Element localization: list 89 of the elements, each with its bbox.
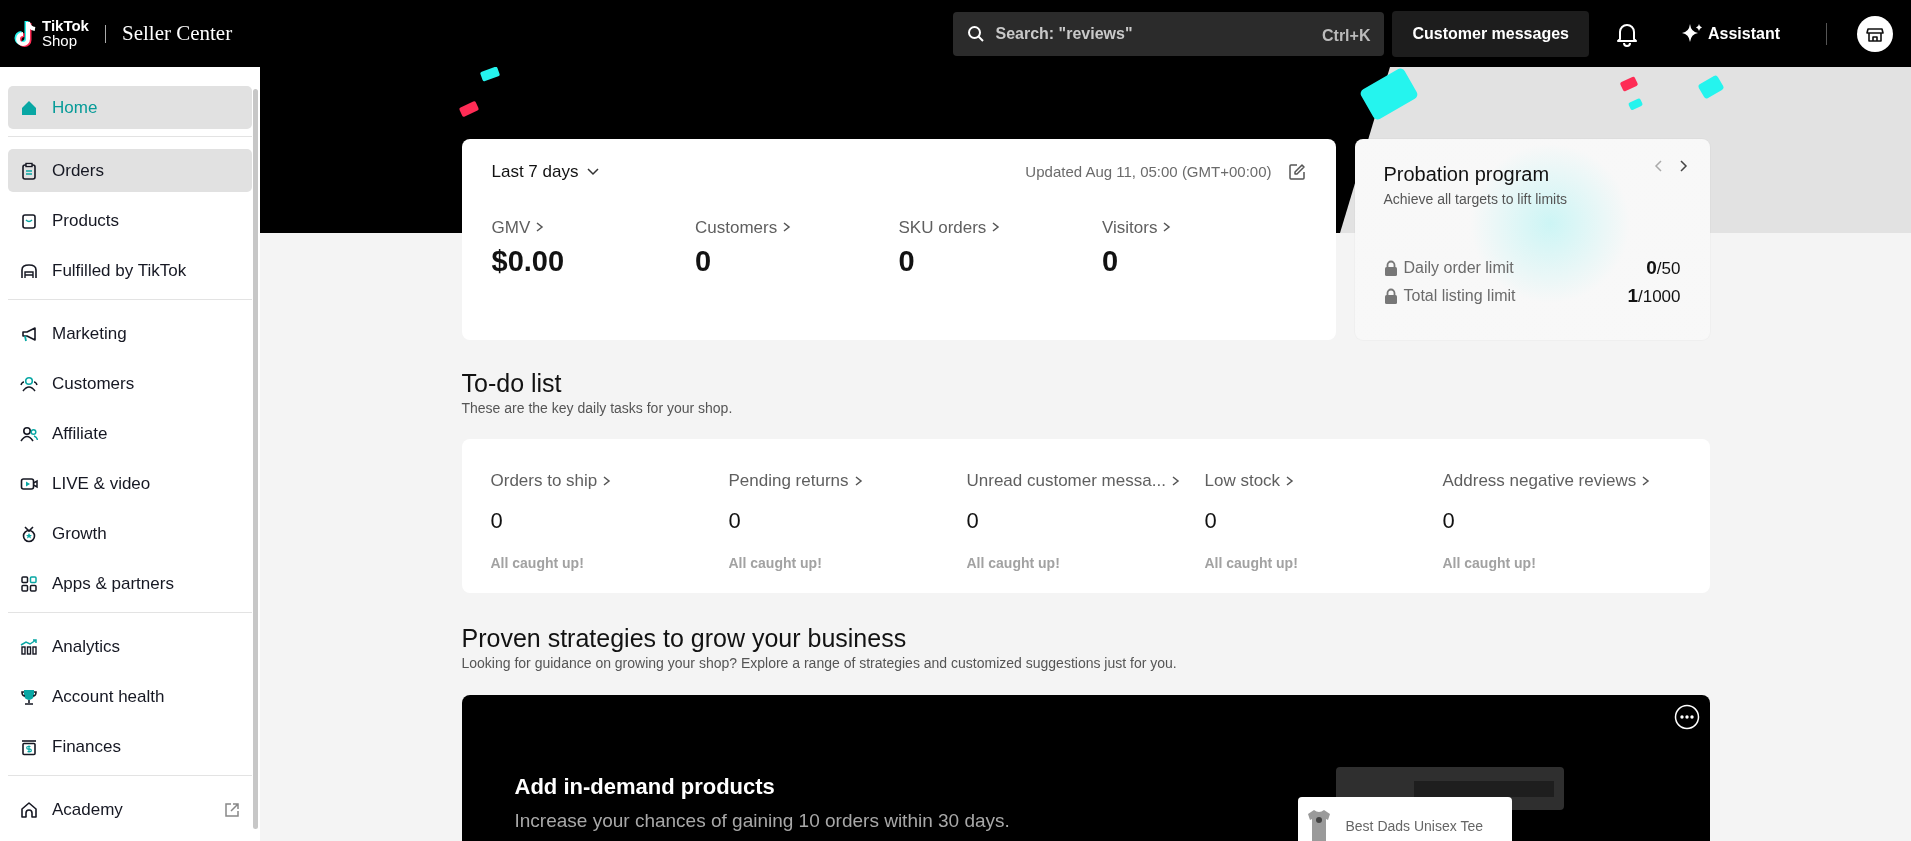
sidebar-item[interactable]: LIVE & video bbox=[8, 462, 252, 505]
metric-value: 0 bbox=[695, 244, 713, 279]
metric-label[interactable]: Customers bbox=[695, 214, 899, 240]
t-shirt-icon bbox=[1305, 808, 1332, 841]
todo-count: 0 bbox=[966, 506, 980, 535]
todo-status: All caught up! bbox=[1204, 553, 1299, 573]
sidebar-item[interactable]: Academy bbox=[8, 788, 252, 831]
bag-icon bbox=[20, 211, 38, 230]
todo-count: 0 bbox=[490, 506, 504, 535]
people-icon bbox=[20, 374, 38, 393]
logo-text: TikTok bbox=[42, 19, 89, 33]
metric-label[interactable]: GMV bbox=[491, 214, 695, 240]
product-title: Seller Center bbox=[121, 19, 233, 47]
todo-status: All caught up! bbox=[728, 553, 823, 573]
sidebar-item[interactable]: Products bbox=[8, 199, 252, 242]
chevron-right-icon bbox=[1284, 474, 1295, 487]
banner-title: Add in-demand products bbox=[514, 773, 775, 801]
todo-label[interactable]: Orders to ship bbox=[490, 468, 729, 494]
chevron-right-icon bbox=[990, 221, 1001, 234]
warehouse-icon bbox=[20, 261, 38, 280]
metric-value: 0 bbox=[1102, 244, 1120, 279]
todo-status: All caught up! bbox=[1442, 553, 1537, 573]
assistant-button[interactable]: Assistant bbox=[1673, 20, 1786, 47]
limit-value: 1/1000 bbox=[1627, 283, 1681, 308]
shortcut-hint: Ctrl+K bbox=[1322, 25, 1371, 46]
todo-status: All caught up! bbox=[966, 553, 1061, 573]
dollar-icon bbox=[20, 737, 38, 756]
section-title: To-do list bbox=[461, 368, 563, 398]
people-icon bbox=[20, 424, 38, 443]
todo-count: 0 bbox=[1442, 506, 1456, 535]
section-subtitle: These are the key daily tasks for your shop. bbox=[461, 399, 734, 418]
card-subtitle: Achieve all targets to lift limits bbox=[1383, 190, 1568, 209]
todo-count: 0 bbox=[728, 506, 742, 535]
lock-icon bbox=[1383, 260, 1398, 276]
sidebar-item[interactable]: Orders bbox=[8, 149, 252, 192]
todo-count: 0 bbox=[1204, 506, 1218, 535]
sidebar-item[interactable]: Account health bbox=[8, 675, 252, 718]
sidebar-item[interactable]: Customers bbox=[8, 362, 252, 405]
todo-label[interactable]: Unread customer messa... bbox=[966, 468, 1205, 494]
banner-subtitle: Increase your chances of gaining 10 orders within 30 days. bbox=[514, 809, 1010, 833]
card-title: Probation program bbox=[1383, 162, 1551, 187]
limit-label: Daily order limit bbox=[1403, 258, 1515, 278]
metric-label[interactable]: SKU orders bbox=[898, 214, 1102, 240]
section-title: Proven strategies to grow your business bbox=[461, 623, 908, 653]
scrollbar[interactable] bbox=[253, 89, 258, 829]
sidebar-item[interactable]: Finances bbox=[8, 725, 252, 768]
customer-messages-button[interactable]: Customer messages bbox=[1392, 10, 1589, 57]
sidebar-item[interactable]: Apps & partners bbox=[8, 562, 252, 605]
sidebar-item[interactable]: Affiliate bbox=[8, 412, 252, 455]
clipboard-icon bbox=[20, 161, 38, 180]
chevron-down-icon bbox=[586, 166, 601, 177]
period-dropdown[interactable]: Last 7 days bbox=[491, 159, 601, 185]
sidebar-item[interactable]: Growth bbox=[8, 512, 252, 555]
chevron-right-icon[interactable] bbox=[1678, 159, 1689, 173]
metric-value: 0 bbox=[898, 244, 916, 279]
more-options-icon[interactable] bbox=[1673, 704, 1700, 730]
medal-icon bbox=[20, 524, 38, 543]
todo-label[interactable]: Low stock bbox=[1204, 468, 1443, 494]
trophy-icon bbox=[20, 687, 38, 706]
todo-status: All caught up! bbox=[490, 553, 585, 573]
chevron-right-icon bbox=[781, 221, 792, 234]
chevron-right-icon bbox=[601, 474, 612, 487]
product-name: Best Dads Unisex Tee bbox=[1345, 816, 1483, 836]
sidebar-item[interactable]: Fulfilled by TikTok bbox=[8, 249, 252, 292]
bar-chart-icon bbox=[20, 637, 38, 656]
lock-icon bbox=[1383, 288, 1398, 304]
metric-label[interactable]: Visitors bbox=[1102, 214, 1306, 240]
store-avatar-icon[interactable] bbox=[1857, 15, 1893, 52]
note-logo-icon bbox=[14, 19, 38, 48]
house-icon bbox=[20, 98, 38, 117]
search-icon bbox=[967, 24, 986, 43]
logo-text: Shop bbox=[42, 33, 79, 48]
metric-value: $0.00 bbox=[491, 244, 566, 279]
todo-label[interactable]: Pending returns bbox=[728, 468, 967, 494]
chevron-right-icon bbox=[1640, 474, 1651, 487]
sidebar-item[interactable]: Marketing bbox=[8, 312, 252, 355]
update-time: Updated Aug 11, 05:00 (GMT+00:00) bbox=[1025, 161, 1272, 182]
limit-label: Total listing limit bbox=[1403, 286, 1517, 306]
section-subtitle: Looking for guidance on growing your shop? Explore a range of strategies and customized suggestions just for you. bbox=[461, 654, 1178, 673]
external-link-icon[interactable] bbox=[224, 801, 240, 818]
sidebar-item[interactable]: Analytics bbox=[8, 625, 252, 668]
house-icon bbox=[20, 800, 38, 819]
todo-label[interactable]: Address negative reviews bbox=[1442, 468, 1681, 494]
chevron-right-icon bbox=[1161, 221, 1172, 234]
edit-icon[interactable] bbox=[1287, 162, 1306, 181]
chevron-right-icon bbox=[534, 221, 545, 234]
grid-icon bbox=[20, 574, 38, 593]
limit-value: 0/50 bbox=[1646, 255, 1681, 280]
megaphone-icon bbox=[20, 324, 38, 343]
